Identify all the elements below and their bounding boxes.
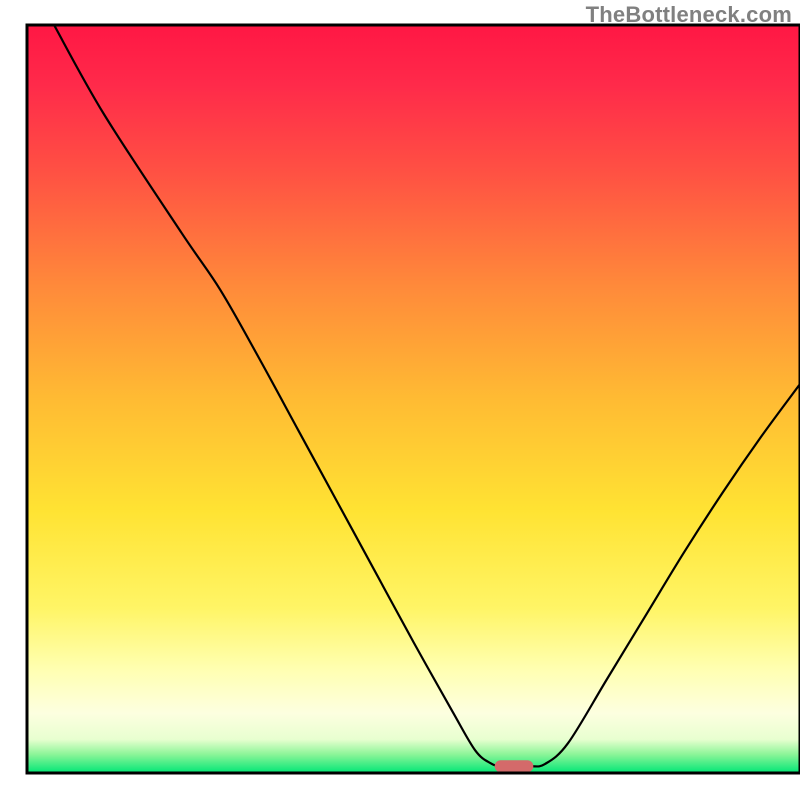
chart-container: TheBottleneck.com xyxy=(0,0,800,800)
watermark-text: TheBottleneck.com xyxy=(586,2,792,28)
bottleneck-chart xyxy=(0,0,800,800)
gradient-background xyxy=(27,25,800,773)
optimal-marker xyxy=(495,760,534,772)
